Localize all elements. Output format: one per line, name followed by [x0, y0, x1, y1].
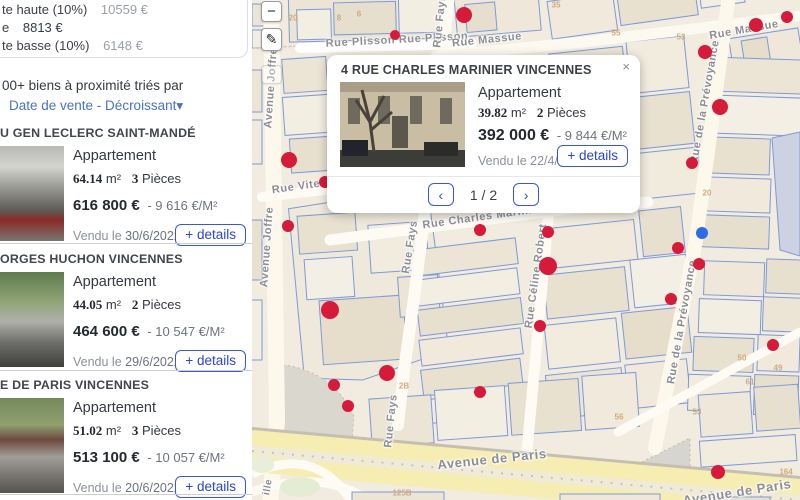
map-marker[interactable]: [539, 257, 557, 275]
ghost-control-button[interactable]: [261, 65, 282, 84]
map-marker[interactable]: [665, 293, 677, 305]
chevron-left-icon: ‹: [439, 187, 444, 203]
chevron-down-icon: ▾: [176, 98, 183, 113]
prev-page-button[interactable]: ‹: [428, 183, 454, 206]
popup-price: 392 000 € - 9 844 €/M²: [478, 127, 627, 145]
listing-thumbnail: [0, 146, 64, 241]
pencil-icon: ✎: [266, 31, 278, 48]
map-marker[interactable]: [342, 400, 354, 412]
sort-dropdown[interactable]: Date de vente - Décroissant▾: [9, 98, 183, 114]
map-marker[interactable]: [379, 365, 395, 381]
estimate-low: te basse (10%) 6148 €: [2, 38, 143, 53]
estimate-high: te haute (10%) 10559 €: [2, 2, 148, 17]
map-marker[interactable]: [672, 242, 684, 254]
app-window: Rue Plisson Rue PlissonRue MassueRue Mas…: [0, 0, 800, 500]
results-sidebar: te haute (10%) 10559 € e 8813 € te basse…: [0, 0, 252, 500]
zoom-out-button[interactable]: −: [261, 1, 282, 22]
page-indicator: 1 / 2: [470, 187, 497, 203]
details-button[interactable]: + details: [557, 145, 628, 167]
next-page-button[interactable]: ›: [513, 183, 539, 206]
map-marker[interactable]: [390, 30, 400, 40]
map-marker[interactable]: [281, 152, 297, 168]
results-count: 00+ biens à proximité triés par: [2, 78, 183, 93]
map-marker[interactable]: [693, 258, 705, 270]
map-marker[interactable]: [534, 320, 546, 332]
listing-thumbnail: [0, 272, 64, 367]
map-marker-selected[interactable]: [696, 227, 708, 239]
popup-area-rooms: 39.82 m² 2 Pièces: [478, 105, 586, 121]
popup-divider: [327, 176, 640, 177]
details-button[interactable]: + details: [175, 350, 246, 372]
list-divider: [0, 370, 252, 371]
listing-card[interactable]: ORGES HUCHON VINCENNES Appartement 44.05…: [0, 252, 252, 370]
map-marker[interactable]: [328, 379, 340, 391]
map-marker[interactable]: [698, 45, 712, 59]
listing-thumbnail: [0, 398, 64, 493]
map-marker[interactable]: [542, 226, 554, 238]
map-marker[interactable]: [474, 386, 486, 398]
map-marker[interactable]: [781, 11, 793, 23]
close-icon[interactable]: ×: [622, 59, 630, 74]
map-marker[interactable]: [711, 465, 725, 479]
map-marker[interactable]: [474, 224, 486, 236]
popup-property-type: Appartement: [478, 85, 561, 101]
list-divider: [0, 243, 252, 244]
popup-title: 4 RUE CHARLES MARINIER VINCENNES: [341, 63, 613, 77]
map-marker[interactable]: [456, 7, 472, 23]
map-marker[interactable]: [686, 157, 698, 169]
map-marker[interactable]: [321, 301, 339, 319]
listing-card[interactable]: E DE PARIS VINCENNES Appartement 51.02 m…: [0, 378, 252, 496]
map-popup: 4 RUE CHARLES MARINIER VINCENNES ×: [327, 55, 640, 213]
popup-pagination: ‹ 1 / 2 ›: [327, 183, 640, 206]
listing-card[interactable]: U GEN LECLERC SAINT-MANDÉ Appartement 64…: [0, 126, 252, 244]
map-marker[interactable]: [749, 18, 763, 32]
draw-pencil-button[interactable]: ✎: [261, 28, 282, 51]
map-marker[interactable]: [282, 220, 294, 232]
chevron-right-icon: ›: [524, 187, 529, 203]
list-divider: [0, 494, 252, 495]
popup-photo: [340, 82, 465, 167]
estimate-mid: e 8813 €: [2, 20, 63, 35]
map-marker[interactable]: [712, 99, 728, 115]
map-marker[interactable]: [767, 339, 779, 351]
